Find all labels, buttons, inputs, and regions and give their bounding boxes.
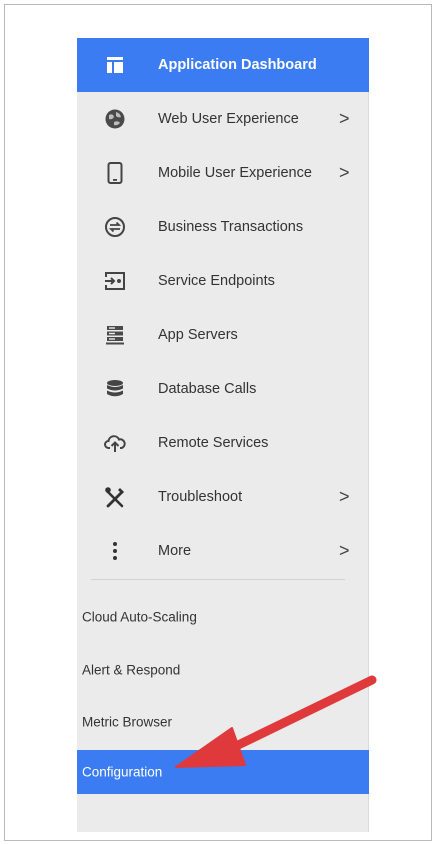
menu-link-metric-browser[interactable]: Metric Browser	[77, 700, 369, 744]
menu-link-label: Metric Browser	[82, 714, 173, 730]
menu-item-label: App Servers	[158, 327, 238, 343]
chevron-right-icon: >	[339, 108, 350, 129]
menu-item-app-servers[interactable]: App Servers	[77, 308, 369, 362]
menu-item-troubleshoot[interactable]: Troubleshoot >	[77, 470, 369, 524]
dashboard-icon	[103, 53, 127, 77]
more-vertical-icon	[103, 539, 127, 563]
menu-item-more[interactable]: More >	[77, 524, 369, 578]
mobile-icon	[103, 161, 127, 185]
chevron-right-icon: >	[339, 486, 350, 507]
menu-item-label: Service Endpoints	[158, 273, 275, 289]
database-icon	[103, 377, 127, 401]
menu-item-label: Business Transactions	[158, 219, 304, 235]
menu-item-application-dashboard[interactable]: Application Dashboard	[77, 38, 369, 92]
menu-link-label: Alert & Respond	[82, 662, 181, 678]
menu-item-label: Remote Services	[158, 435, 269, 451]
menu-item-label: Application Dashboard	[158, 57, 317, 73]
menu-divider	[91, 579, 345, 580]
globe-icon	[103, 107, 127, 131]
server-icon	[103, 323, 127, 347]
chevron-right-icon: >	[339, 162, 350, 183]
menu-link-alert-respond[interactable]: Alert & Respond	[77, 648, 369, 692]
menu-item-web-user-experience[interactable]: Web User Experience >	[77, 92, 369, 146]
menu-item-label: Troubleshoot	[158, 489, 243, 505]
tools-icon	[103, 485, 127, 509]
menu-item-mobile-user-experience[interactable]: Mobile User Experience >	[77, 146, 369, 200]
menu-link-cloud-auto-scaling[interactable]: Cloud Auto-Scaling	[77, 595, 369, 639]
menu-item-business-transactions[interactable]: Business Transactions	[77, 200, 369, 254]
menu-item-service-endpoints[interactable]: Service Endpoints	[77, 254, 369, 308]
menu-item-database-calls[interactable]: Database Calls	[77, 362, 369, 416]
menu-item-label: Database Calls	[158, 381, 257, 397]
menu-link-label: Cloud Auto-Scaling	[82, 609, 197, 625]
menu-link-label: Configuration	[82, 764, 163, 780]
menu-item-label: Mobile User Experience	[158, 165, 312, 181]
endpoint-icon	[103, 269, 127, 293]
menu-item-label: More	[158, 543, 192, 559]
menu-item-remote-services[interactable]: Remote Services	[77, 416, 369, 470]
menu-link-configuration[interactable]: Configuration	[77, 750, 369, 794]
side-navigation-menu: Application Dashboard Web User Experienc…	[77, 38, 369, 832]
chevron-right-icon: >	[339, 540, 350, 561]
cloud-upload-icon	[103, 431, 127, 455]
menu-item-label: Web User Experience	[158, 111, 299, 127]
transactions-icon	[103, 215, 127, 239]
